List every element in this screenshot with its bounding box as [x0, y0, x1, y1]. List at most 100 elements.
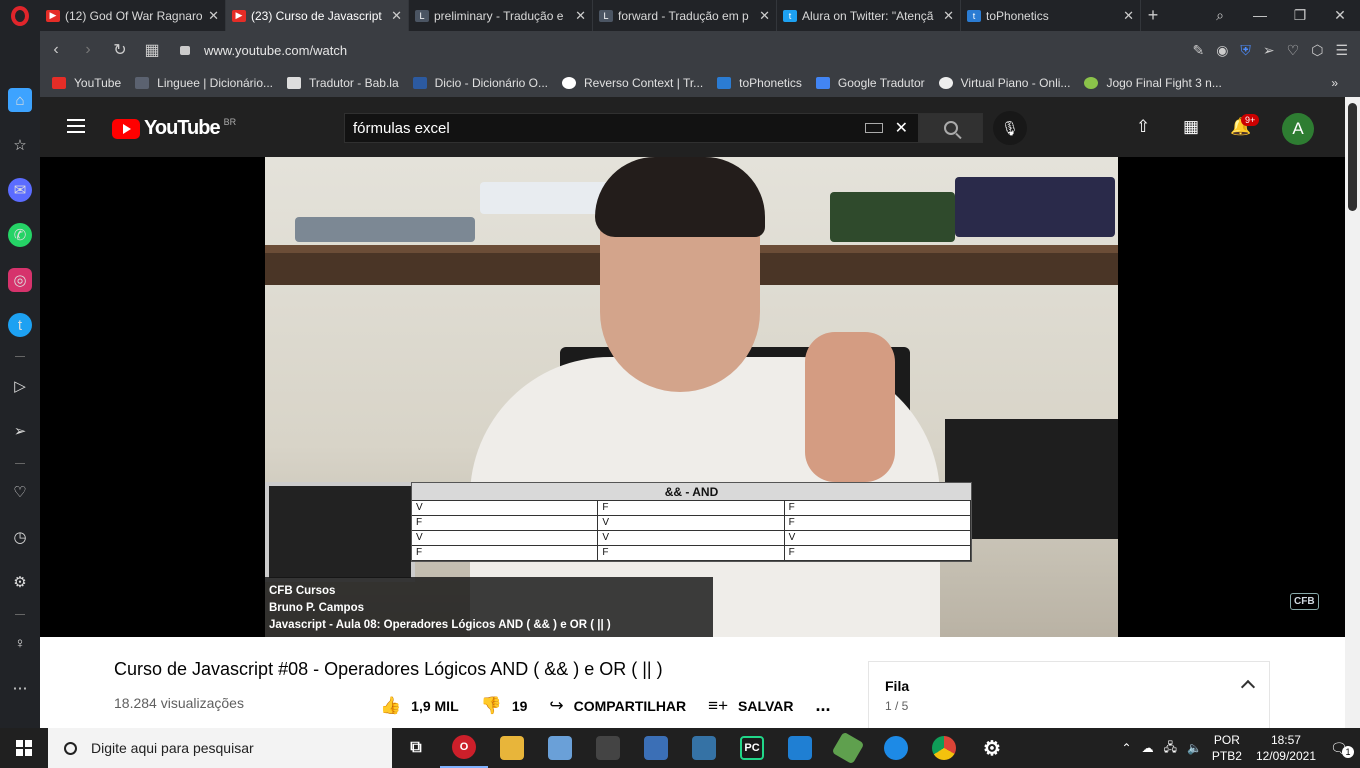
forward-icon[interactable]: › [72, 41, 104, 59]
taskbar-edge[interactable] [872, 728, 920, 768]
opera-menu-icon[interactable] [0, 0, 40, 31]
menu-icon[interactable]: ☰ [1335, 42, 1348, 59]
camera-icon[interactable]: ◉ [1216, 42, 1228, 59]
taskbar-network-app[interactable] [632, 728, 680, 768]
taskbar-app[interactable] [584, 728, 632, 768]
page-scrollbar[interactable] [1345, 97, 1360, 728]
twitter-icon[interactable]: t [8, 313, 32, 337]
url-field[interactable]: www.youtube.com/watch [204, 43, 347, 58]
tab-close-icon[interactable]: ✕ [943, 8, 954, 24]
tab-close-icon[interactable]: ✕ [208, 8, 219, 24]
bookmark-linguee[interactable]: Linguee | Dicionário... [135, 76, 273, 90]
tab-close-icon[interactable]: ✕ [1123, 8, 1134, 24]
reload-icon[interactable]: ↻ [104, 40, 136, 60]
bookmark-google-tradutor[interactable]: Google Tradutor [815, 76, 925, 90]
bookmark-virtual-piano[interactable]: Virtual Piano - Onli... [938, 76, 1070, 90]
tab-god-of-war[interactable]: ▶ (12) God Of War Ragnaro ✕ [40, 0, 226, 31]
chevron-up-icon[interactable]: ⌃ [1122, 741, 1132, 755]
chevron-up-icon[interactable] [1240, 679, 1256, 695]
edit-icon[interactable]: ✎ [1192, 42, 1204, 59]
taskbar-nodejs[interactable] [824, 728, 872, 768]
heart-icon[interactable]: ♡ [8, 480, 32, 504]
clear-search-icon[interactable]: ✕ [895, 118, 908, 138]
youtube-logo[interactable]: YouTube BR [112, 117, 236, 140]
bookmarks-overflow-icon[interactable]: » [1331, 76, 1338, 90]
bookmark-final-fight[interactable]: Jogo Final Fight 3 n... [1084, 76, 1222, 90]
search-input[interactable] [345, 119, 865, 137]
bookmark-reverso[interactable]: Reverso Context | Tr... [562, 76, 703, 90]
lock-icon [180, 45, 190, 55]
minimize-icon[interactable]: — [1240, 7, 1280, 24]
video-player[interactable]: && - AND V F F F V F V V V F F F CFB Cur… [40, 157, 1345, 637]
vpn-shield-icon[interactable]: ⛨ [1240, 42, 1251, 59]
clock[interactable]: 18:57 12/09/2021 [1256, 732, 1316, 764]
save-button[interactable]: ≡+ SALVAR [708, 696, 793, 716]
hamburger-menu-icon[interactable] [67, 119, 85, 137]
player-icon[interactable]: ▷ [8, 374, 32, 398]
apps-grid-icon[interactable]: ▦ [1183, 117, 1199, 137]
task-view-button[interactable]: ⧉ [392, 728, 440, 768]
tab-tophonetics[interactable]: t toPhonetics ✕ [961, 0, 1141, 31]
speed-dial-icon[interactable]: ▦ [136, 40, 168, 60]
new-tab-button[interactable]: + [1141, 5, 1165, 26]
taskbar-paint[interactable] [536, 728, 584, 768]
taskbar-pycharm[interactable]: PC [728, 728, 776, 768]
scrollbar-thumb[interactable] [1348, 103, 1357, 211]
voice-search-button[interactable]: 🎙 [993, 111, 1027, 145]
taskbar-file-explorer[interactable] [488, 728, 536, 768]
truth-cell: V [598, 531, 785, 545]
instagram-icon[interactable]: ◎ [8, 268, 32, 292]
dislike-button[interactable]: 👎 19 [481, 696, 528, 716]
tab-close-icon[interactable]: ✕ [759, 8, 770, 24]
channel-watermark[interactable]: CFB [1290, 593, 1319, 610]
language-indicator[interactable]: POR PTB2 [1212, 732, 1242, 764]
restore-icon[interactable]: ❐ [1280, 7, 1320, 24]
keyboard-icon[interactable] [864, 123, 883, 133]
video-frame[interactable]: && - AND V F F F V F V V V F F F CFB Cur… [265, 157, 1118, 637]
bulb-icon[interactable]: ♀ [8, 631, 32, 655]
tab-search-icon[interactable]: ⌕ [1200, 7, 1240, 24]
send-icon[interactable]: ➢ [1263, 42, 1275, 59]
tab-alura-twitter[interactable]: t Alura on Twitter: "Atençã ✕ [777, 0, 961, 31]
tab-close-icon[interactable]: ✕ [575, 8, 586, 24]
tab-forward[interactable]: L forward - Tradução em p ✕ [593, 0, 777, 31]
search-button[interactable] [919, 113, 983, 143]
tab-close-icon[interactable]: ✕ [391, 8, 402, 24]
start-button[interactable] [0, 728, 48, 768]
messenger-icon[interactable]: ✉ [8, 178, 32, 202]
taskbar-settings[interactable]: ⚙ [968, 728, 1016, 768]
bookmark-tophonetics[interactable]: toPhonetics [717, 76, 802, 90]
bookmark-icon[interactable]: ☆ [8, 133, 32, 157]
network-icon[interactable]: 🖧 [1164, 738, 1177, 759]
settings-icon[interactable]: ⚙ [8, 570, 32, 594]
bookmark-dicio[interactable]: Dicio - Dicionário O... [412, 76, 548, 90]
home-icon[interactable]: ⌂ [8, 88, 32, 112]
upload-icon[interactable]: ⇧ [1136, 117, 1150, 137]
taskbar-opera[interactable]: O [440, 728, 488, 768]
cube-icon[interactable]: ⬡ [1311, 42, 1323, 59]
heart-icon[interactable]: ♡ [1287, 42, 1300, 59]
taskbar-chrome[interactable] [920, 728, 968, 768]
taskbar-search[interactable]: Digite aqui para pesquisar [48, 728, 392, 768]
volume-icon[interactable]: 🔈 [1187, 741, 1202, 755]
taskbar-python[interactable] [680, 728, 728, 768]
whatsapp-icon[interactable]: ✆ [8, 223, 32, 247]
taskbar-vscode[interactable] [776, 728, 824, 768]
share-button[interactable]: ↪ COMPARTILHAR [549, 696, 686, 716]
send-icon[interactable]: ➢ [8, 419, 32, 443]
bookmark-youtube[interactable]: YouTube [52, 76, 121, 90]
action-center-button[interactable]: 🗨 1 [1330, 740, 1360, 758]
laptop [265, 482, 415, 582]
more-actions-icon[interactable]: ... [816, 695, 831, 716]
like-button[interactable]: 👍 1,9 MIL [380, 696, 459, 716]
onedrive-icon[interactable]: ☁ [1142, 741, 1154, 755]
bookmark-babla[interactable]: Tradutor - Bab.la [287, 76, 399, 90]
truth-cell: F [785, 501, 971, 515]
more-icon[interactable]: ⋯ [8, 676, 32, 700]
back-icon[interactable]: ‹ [40, 41, 72, 59]
avatar[interactable]: A [1282, 113, 1314, 145]
tab-preliminary[interactable]: L preliminary - Tradução e ✕ [409, 0, 593, 31]
close-window-icon[interactable]: ✕ [1320, 7, 1360, 24]
tab-curso-javascript[interactable]: ▶ (23) Curso de Javascript ✕ [226, 0, 409, 31]
history-icon[interactable]: ◷ [8, 525, 32, 549]
